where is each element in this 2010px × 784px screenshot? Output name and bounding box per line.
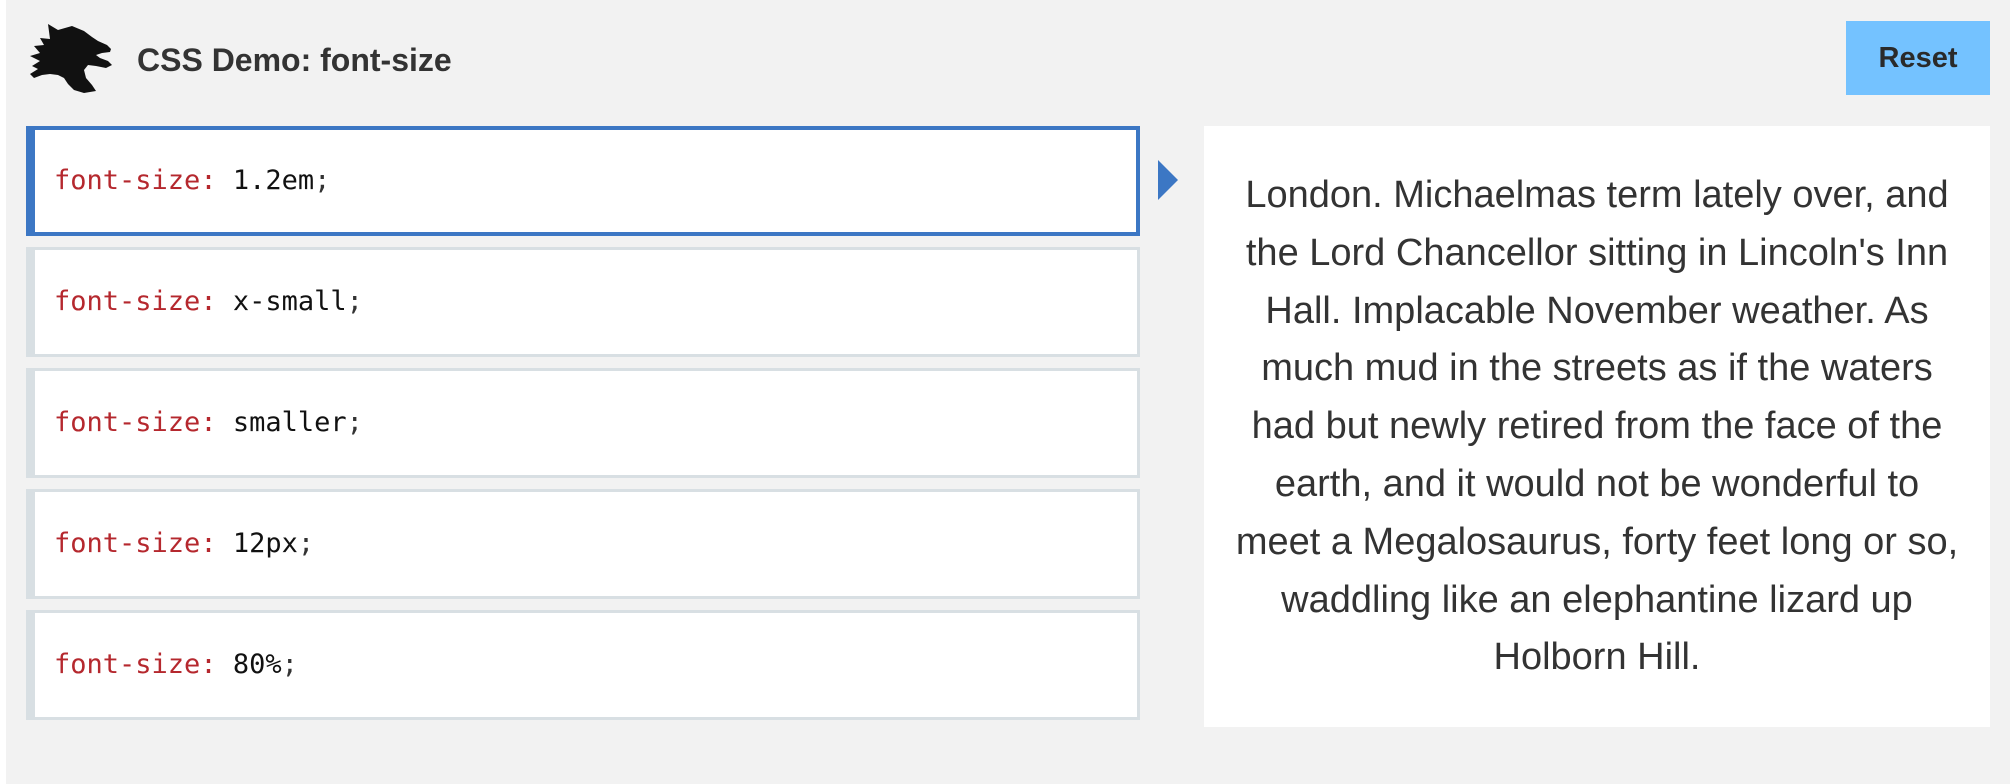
option-item[interactable]: font-size: 80%; [26,610,1140,720]
option-property: font-size [54,649,201,680]
option-colon: : [200,528,217,559]
selected-arrow-icon [1158,160,1178,200]
page-title: CSS Demo: font-size [137,42,452,78]
header: CSS Demo: font-size Reset [6,0,2010,120]
option-value: 12px [232,528,298,559]
option-property: font-size [54,286,201,317]
css-demo-app: CSS Demo: font-size Reset font-size: 1.2… [6,0,2010,784]
option-semicolon: ; [346,286,363,317]
option-item[interactable]: font-size: 12px; [26,489,1140,599]
option-item[interactable]: font-size: smaller; [26,368,1140,478]
option-value: smaller [232,407,347,438]
option-colon: : [200,165,217,196]
option-value: 1.2em [232,165,315,196]
option-property: font-size [54,165,201,196]
reset-button[interactable]: Reset [1846,21,1990,95]
output-text: London. Michaelmas term lately over, and… [1235,174,1959,679]
option-list: font-size: 1.2em; font-size: x-small; fo… [26,126,1140,731]
option-semicolon: ; [346,407,363,438]
option-item[interactable]: font-size: 1.2em; [26,126,1140,236]
option-colon: : [200,286,217,317]
option-semicolon: ; [297,528,315,559]
option-semicolon: ; [281,649,298,680]
option-item[interactable]: font-size: x-small; [26,247,1140,357]
output-panel: London. Michaelmas term lately over, and… [1204,126,1990,727]
option-colon: : [200,407,217,438]
option-colon: : [200,649,217,680]
option-property: font-size [54,528,201,559]
option-property: font-size [54,407,201,438]
dinosaur-logo-icon [30,24,112,93]
option-value: 80% [232,649,282,680]
option-value: x-small [232,286,347,317]
option-semicolon: ; [314,165,331,196]
